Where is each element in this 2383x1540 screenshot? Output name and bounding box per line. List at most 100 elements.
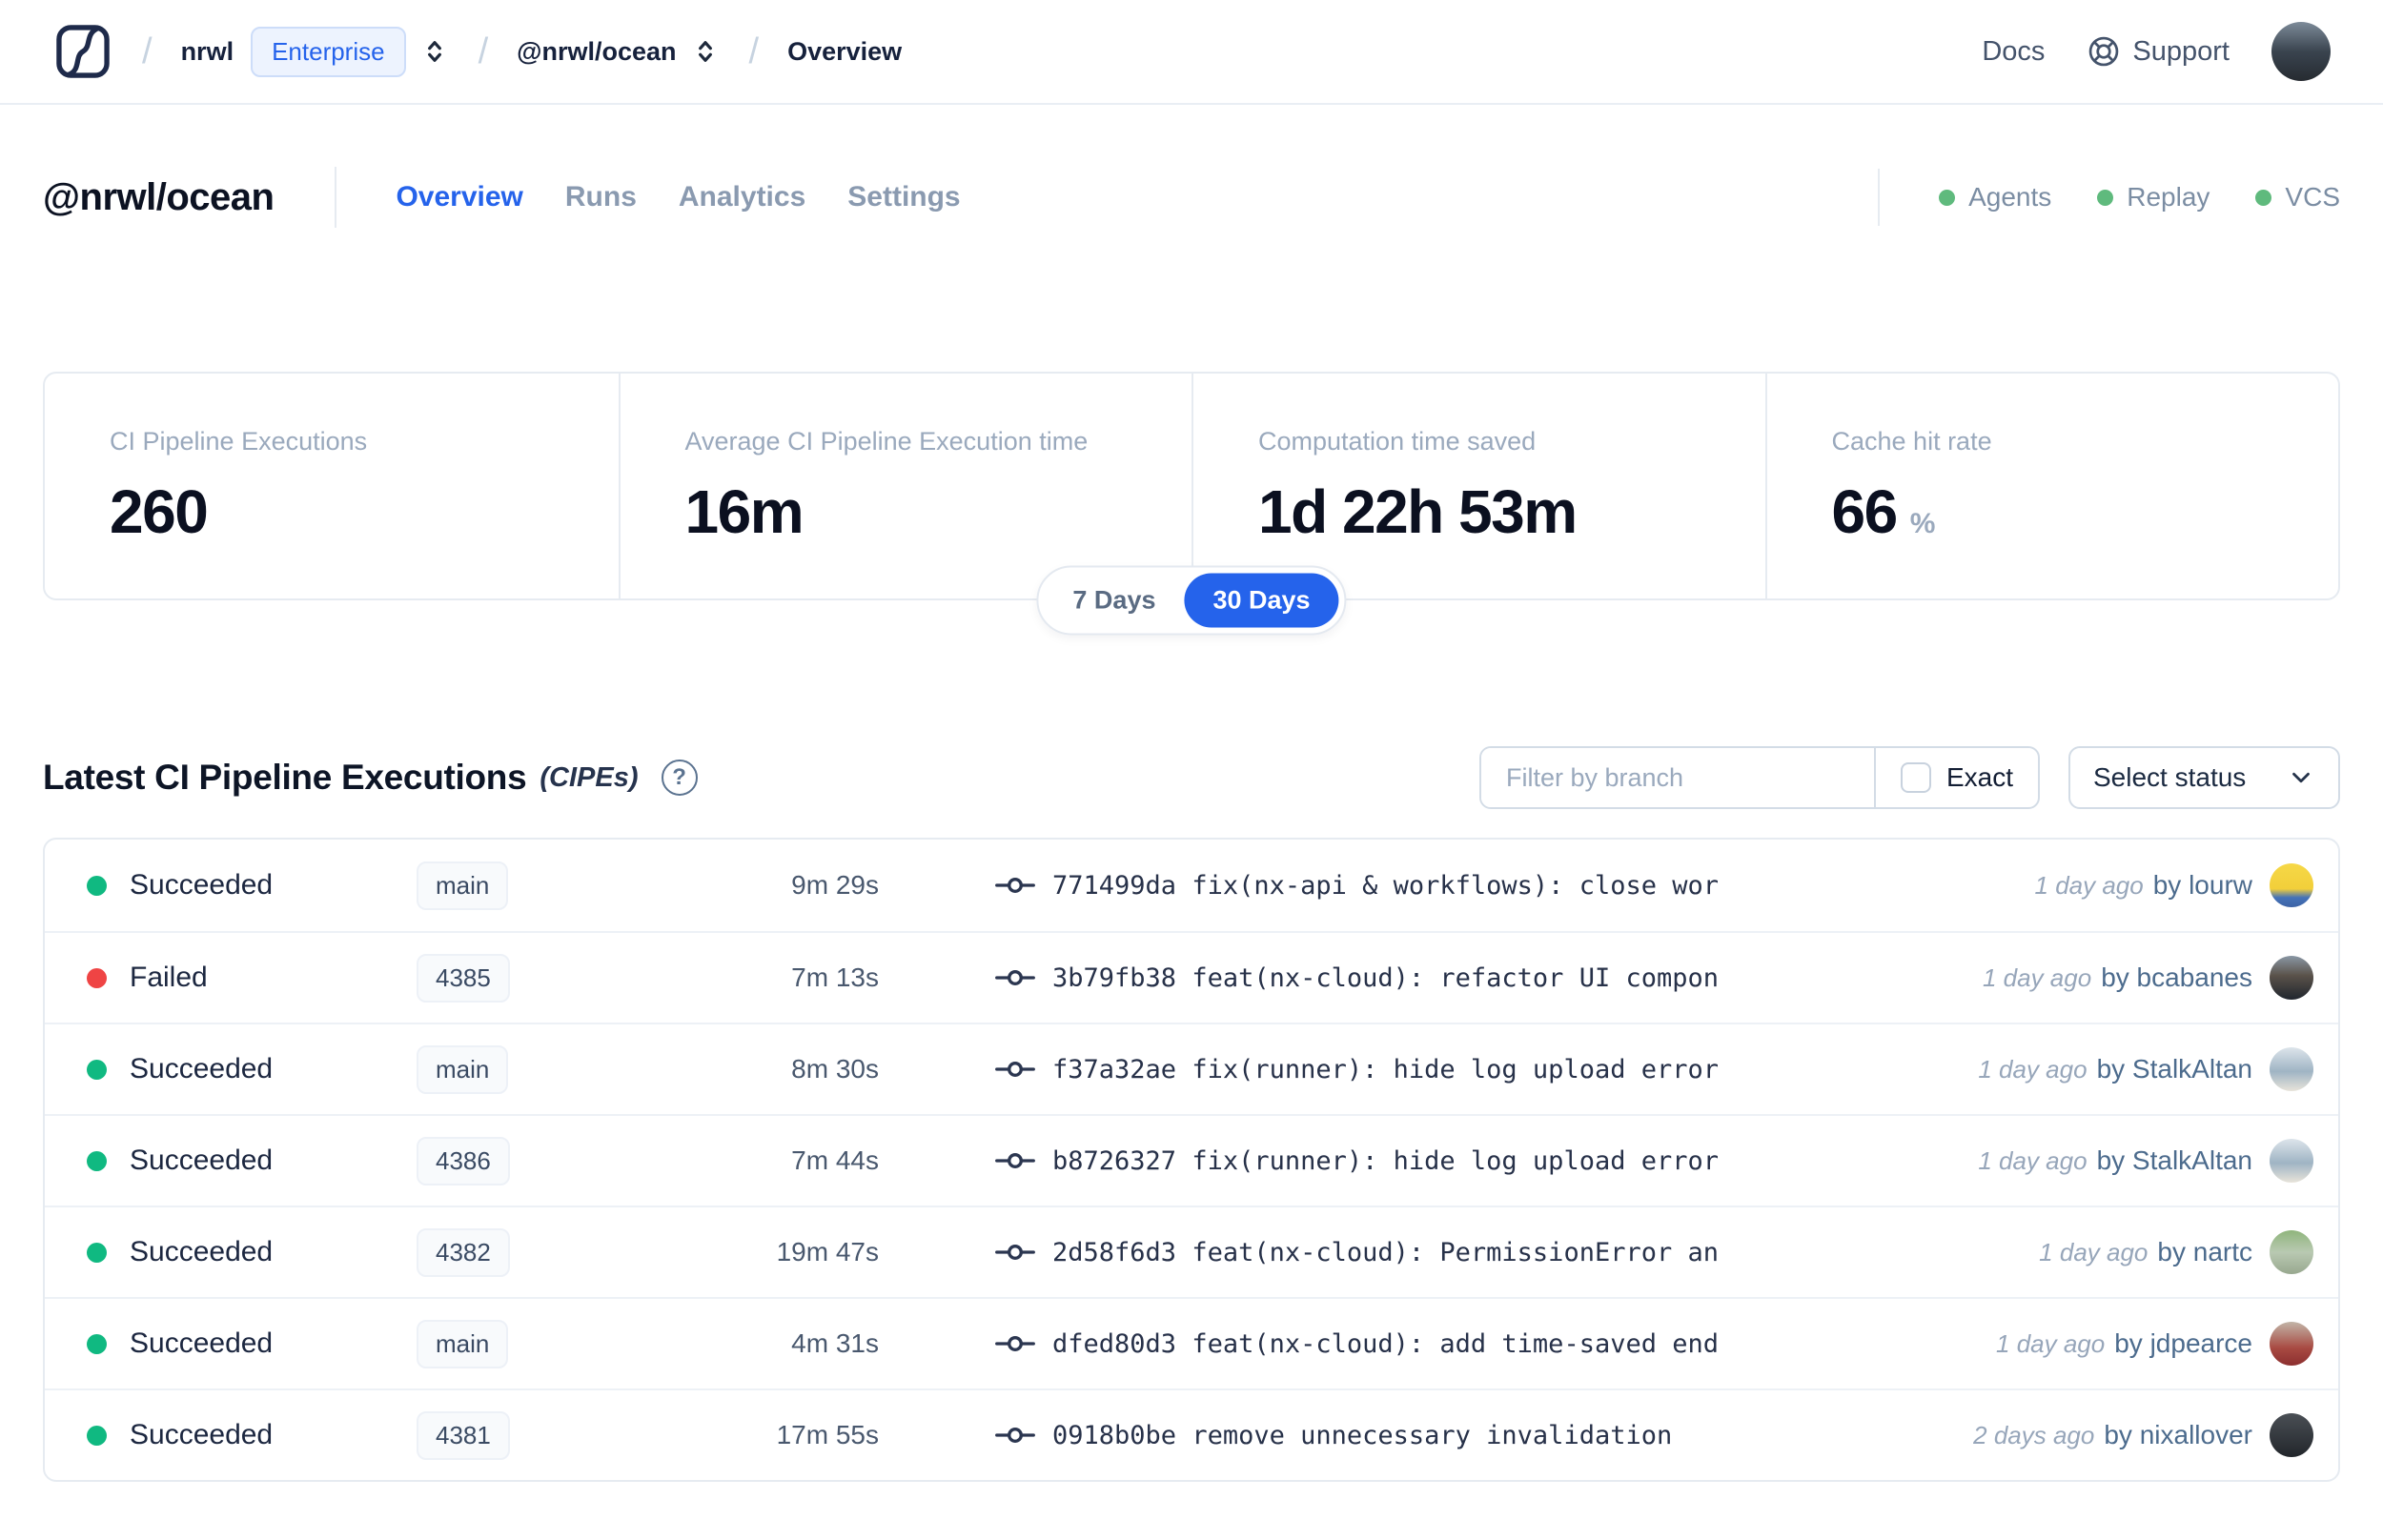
status-dot	[87, 967, 107, 988]
breadcrumb: / nrwl Enterprise / @nrwl/ocean / Overvi…	[52, 21, 902, 82]
exact-label: Exact	[1945, 762, 2013, 792]
service-status-agents[interactable]: Agents	[1939, 182, 2051, 213]
service-status-list: Agents Replay VCS	[1939, 182, 2340, 213]
branch-badge: 4386	[417, 1136, 510, 1185]
range-option-button[interactable]: 7 Days	[1044, 574, 1184, 628]
commit-message: 0918b0be remove unnecessary invalidation	[1052, 1420, 1673, 1450]
duration: 4m 31s	[791, 1328, 879, 1358]
table-row[interactable]: Succeeded 4381 17m 55s 0918b0be remove u…	[45, 1388, 2338, 1480]
status-dot	[87, 1150, 107, 1171]
commit-message: dfed80d3 feat(nx-cloud): add time-saved …	[1052, 1328, 1720, 1359]
section-title-suffix: (CIPEs)	[540, 761, 639, 793]
table-row[interactable]: Succeeded main 4m 31s dfed80d3 feat(nx-c…	[45, 1297, 2338, 1388]
duration: 19m 47s	[776, 1237, 879, 1266]
range-option-button[interactable]: 30 Days	[1184, 573, 1339, 628]
workspace-switcher-chevrons-icon[interactable]	[690, 36, 721, 67]
status-label: Succeeded	[130, 1145, 274, 1176]
avatar	[2270, 1047, 2313, 1091]
duration: 9m 29s	[791, 870, 879, 900]
status-label: Succeeded	[130, 1236, 274, 1267]
user-avatar[interactable]	[2271, 22, 2331, 81]
table-row[interactable]: Succeeded main 9m 29s 771499da fix(nx-ap…	[45, 840, 2338, 931]
status-dot	[87, 1242, 107, 1263]
date-range-toggle: 7 Days 30 Days	[1036, 565, 1347, 636]
tab-overview[interactable]: Overview	[396, 181, 522, 213]
git-commit-icon	[995, 1141, 1035, 1181]
lifebuoy-icon	[2087, 34, 2121, 69]
git-commit-icon	[995, 865, 1035, 905]
cipe-table: Succeeded main 9m 29s 771499da fix(nx-ap…	[43, 838, 2340, 1482]
git-commit-icon	[995, 1049, 1035, 1089]
commit-message: 3b79fb38 feat(nx-cloud): refactor UI com…	[1052, 962, 1720, 993]
status-dot	[87, 1425, 107, 1446]
branch-badge: main	[417, 1044, 509, 1094]
git-commit-icon	[995, 1324, 1035, 1364]
table-row[interactable]: Failed 4385 7m 13s 3b79fb38 feat(nx-clou…	[45, 931, 2338, 1023]
enterprise-badge[interactable]: Enterprise	[251, 26, 406, 77]
status-dot	[2255, 189, 2272, 206]
support-link[interactable]: Support	[2087, 34, 2230, 69]
chevron-down-icon	[2287, 763, 2315, 792]
author: by nartc	[2157, 1237, 2252, 1266]
duration: 8m 30s	[791, 1054, 879, 1084]
divider	[335, 167, 337, 228]
branch-badge: main	[417, 861, 509, 910]
tab-settings[interactable]: Settings	[847, 181, 960, 213]
org-switcher-chevrons-icon[interactable]	[419, 36, 450, 67]
nx-cloud-logo-icon[interactable]	[52, 21, 113, 82]
breadcrumb-separator: /	[142, 30, 153, 71]
stat-value: 16m	[684, 477, 805, 546]
divider	[1878, 169, 1881, 226]
stat-value: 66	[1831, 477, 1899, 546]
status-label: Succeeded	[130, 1053, 274, 1084]
avatar	[2270, 956, 2313, 1000]
status-dot	[87, 1059, 107, 1080]
tab-analytics[interactable]: Analytics	[679, 181, 805, 213]
commit-message: b8726327 fix(runner): hide log upload er…	[1052, 1145, 1720, 1176]
status-dot	[87, 1333, 107, 1354]
table-row[interactable]: Succeeded main 8m 30s f37a32ae fix(runne…	[45, 1023, 2338, 1114]
status-dot	[87, 875, 107, 896]
docs-link[interactable]: Docs	[1982, 36, 2045, 68]
stat-suffix: %	[1909, 508, 1936, 539]
avatar	[2270, 1322, 2313, 1366]
avatar	[2270, 863, 2313, 907]
breadcrumb-org[interactable]: nrwl	[181, 37, 234, 67]
stat-label: Cache hit rate	[1831, 427, 1992, 456]
branch-filter-input[interactable]	[1480, 748, 1874, 807]
author: by nixallover	[2104, 1420, 2252, 1449]
breadcrumb-separator: /	[748, 30, 760, 71]
breadcrumb-workspace[interactable]: @nrwl/ocean	[517, 37, 676, 67]
table-row[interactable]: Succeeded 4386 7m 44s b8726327 fix(runne…	[45, 1114, 2338, 1206]
service-status-replay[interactable]: Replay	[2097, 182, 2210, 213]
tab-runs[interactable]: Runs	[565, 181, 637, 213]
git-commit-icon	[995, 1415, 1035, 1455]
workspace-header: @nrwl/ocean Overview Runs Analytics Setting…	[0, 164, 2383, 231]
time-ago: 1 day ago	[2034, 870, 2144, 900]
duration: 7m 13s	[791, 962, 879, 992]
breadcrumb-page[interactable]: Overview	[787, 37, 902, 67]
branch-badge: main	[417, 1319, 509, 1368]
time-ago: 1 day ago	[2039, 1237, 2149, 1266]
exact-checkbox[interactable]	[1900, 762, 1931, 793]
commit-message: 771499da fix(nx-api & workflows): close …	[1052, 870, 1720, 901]
status-label: Succeeded	[130, 869, 274, 901]
section-title: Latest CI Pipeline Executions	[43, 758, 527, 797]
status-select-button[interactable]: Select status	[2068, 746, 2340, 809]
time-ago: 1 day ago	[1982, 962, 2092, 992]
table-row[interactable]: Succeeded 4382 19m 47s 2d58f6d3 feat(nx-…	[45, 1206, 2338, 1297]
time-ago: 1 day ago	[1978, 1054, 2088, 1084]
duration: 17m 55s	[776, 1420, 879, 1449]
service-status-vcs[interactable]: VCS	[2255, 182, 2340, 213]
author: by bcabanes	[2101, 962, 2252, 992]
avatar	[2270, 1230, 2313, 1274]
avatar	[2270, 1413, 2313, 1457]
workspace-tabs: Overview Runs Analytics Settings	[396, 181, 960, 213]
git-commit-icon	[995, 1232, 1035, 1272]
author: by StalkAltan	[2096, 1145, 2252, 1175]
branch-badge: 4382	[417, 1227, 510, 1277]
branch-badge: 4385	[417, 953, 510, 1003]
help-icon[interactable]: ?	[661, 760, 698, 796]
branch-filter-group: Exact	[1478, 746, 2040, 809]
stat-label: Computation time saved	[1258, 427, 1537, 456]
